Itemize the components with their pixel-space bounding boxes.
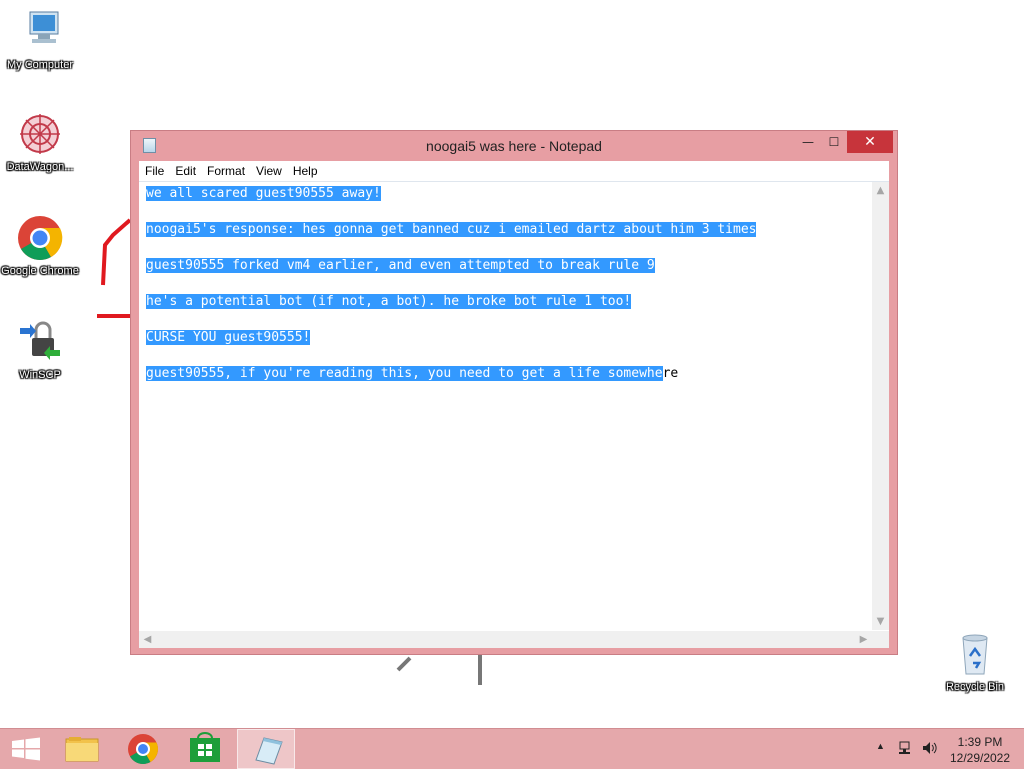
taskbar: ▲ 1:39 PM 12/29/2022 — [0, 728, 1024, 769]
chrome-icon — [16, 214, 64, 262]
text-editor[interactable]: we all scared guest90555 away! noogai5's… — [139, 182, 872, 630]
menu-edit[interactable]: Edit — [169, 161, 201, 181]
close-button[interactable]: ✕ — [847, 131, 893, 153]
menu-format[interactable]: Format — [201, 161, 250, 181]
selected-text: guest90555, if you're reading this, you … — [146, 366, 663, 381]
notepad-window[interactable]: noogai5 was here - Notepad — ☐ ✕ File Edi… — [130, 130, 898, 655]
gray-scribble — [396, 655, 482, 685]
clock-time: 1:39 PM — [957, 735, 1003, 749]
desktop-icon-winscp[interactable]: WinSCP — [0, 318, 80, 382]
taskbar-notepad[interactable] — [237, 729, 295, 769]
recycle-bin-icon — [951, 630, 999, 678]
selected-text: he's a potential bot (if not, a bot). he… — [146, 294, 632, 309]
clock[interactable]: 1:39 PM 12/29/2022 — [940, 734, 1020, 766]
desktop-icon-label: WinSCP — [19, 369, 61, 381]
menu-view[interactable]: View — [250, 161, 287, 181]
selected-text: guest90555 forked vm4 earlier, and even … — [146, 258, 655, 273]
taskbar-file-explorer[interactable] — [55, 729, 113, 769]
winscp-icon — [16, 318, 64, 366]
folder-icon — [65, 737, 99, 762]
selected-text: CURSE YOU guest90555! — [146, 330, 311, 345]
desktop-icon-google-chrome[interactable]: Google Chrome — [0, 214, 80, 278]
vertical-scrollbar[interactable]: ▲ ▼ — [872, 182, 889, 630]
taskbar-chrome[interactable] — [114, 729, 172, 769]
desktop-icon-recycle-bin[interactable]: Recycle Bin — [935, 630, 1015, 694]
notepad-icon — [255, 737, 283, 765]
chrome-icon — [128, 734, 158, 765]
text-line: we all scared guest90555 away! — [146, 185, 381, 202]
menu-help[interactable]: Help — [287, 161, 323, 181]
scroll-down-arrow-icon[interactable]: ▼ — [872, 613, 889, 630]
menu-file[interactable]: File — [139, 161, 169, 181]
clock-date: 12/29/2022 — [949, 751, 1011, 765]
desktop-icon-label: Google Chrome — [1, 265, 79, 277]
scroll-right-arrow-icon[interactable]: ▶ — [855, 631, 872, 648]
text-line: guest90555 forked vm4 earlier, and even … — [146, 257, 655, 274]
maximize-button[interactable]: ☐ — [821, 131, 847, 153]
selected-text: noogai5's response: hes gonna get banned… — [146, 222, 757, 237]
computer-icon — [16, 8, 64, 56]
desktop-icon-label: Recycle Bin — [945, 681, 1005, 693]
text-line: he's a potential bot (if not, a bot). he… — [146, 293, 632, 310]
desktop-icon-label: My Computer — [6, 59, 74, 71]
volume-icon[interactable] — [921, 740, 937, 756]
datawagon-icon — [16, 110, 64, 158]
menu-bar: File Edit Format View Help — [139, 161, 889, 182]
taskbar-store[interactable] — [176, 729, 234, 769]
window-title: noogai5 was here - Notepad — [426, 138, 602, 154]
unselected-text: re — [662, 366, 679, 381]
text-line: guest90555, if you're reading this, you … — [146, 365, 678, 382]
network-icon[interactable] — [898, 740, 914, 756]
scrollbar-corner — [872, 631, 889, 648]
show-hidden-icons-icon[interactable]: ▲ — [876, 741, 885, 751]
store-icon — [190, 732, 220, 762]
desktop-icon-my-computer[interactable]: My Computer — [0, 8, 80, 72]
text-line: noogai5's response: hes gonna get banned… — [146, 221, 757, 238]
start-button[interactable] — [0, 729, 58, 769]
selected-text: we all scared guest90555 away! — [146, 186, 381, 201]
horizontal-scrollbar[interactable]: ◀ ▶ — [139, 631, 872, 648]
desktop-icon-label: DataWagon... — [6, 161, 74, 173]
title-bar[interactable]: noogai5 was here - Notepad — ☐ ✕ — [131, 131, 897, 161]
minimize-button[interactable]: — — [795, 131, 821, 153]
scroll-up-arrow-icon[interactable]: ▲ — [872, 182, 889, 199]
scroll-left-arrow-icon[interactable]: ◀ — [139, 631, 156, 648]
text-line: CURSE YOU guest90555! — [146, 329, 311, 346]
windows-start-icon — [12, 737, 40, 761]
notepad-client: File Edit Format View Help we all scared gue… — [139, 161, 889, 648]
desktop-icon-datawagon[interactable]: DataWagon... — [0, 110, 80, 174]
red-scribble — [97, 218, 133, 318]
